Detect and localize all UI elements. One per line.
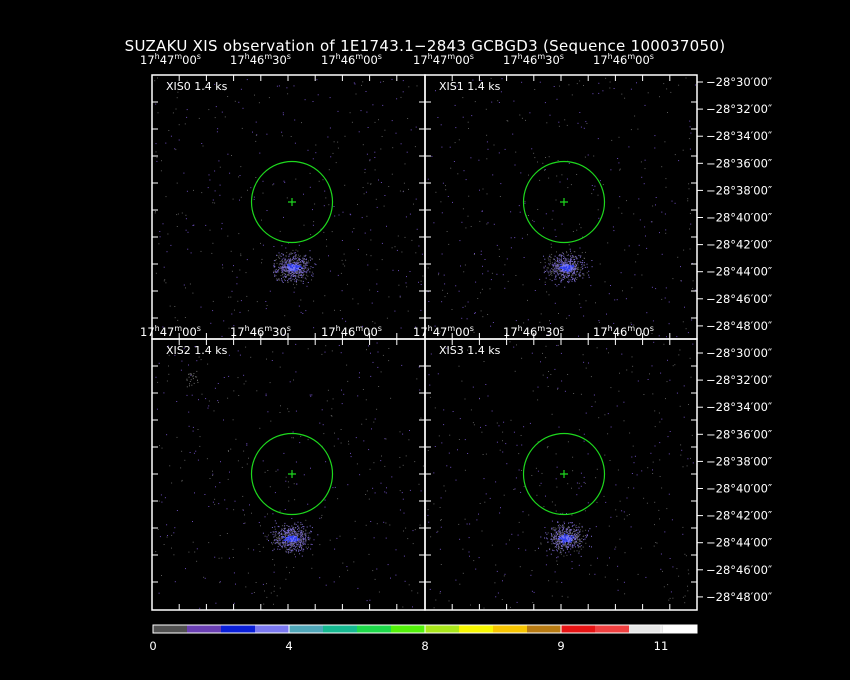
panel-frame	[151, 74, 426, 340]
background-noise	[155, 342, 424, 609]
colorbar-segment	[391, 625, 426, 633]
dec-tick-label: −28°34′00″	[706, 129, 773, 143]
dec-tick-label: −28°44′00″	[706, 536, 773, 550]
target-cross	[560, 198, 568, 206]
dec-tick-label: −28°46′00″	[706, 563, 773, 577]
source-cluster	[540, 248, 593, 288]
ra-tick-label: 17h46m00s	[593, 52, 654, 67]
panel-3: XIS3 1.4 ks	[424, 338, 698, 611]
colorbar-segment	[493, 625, 528, 633]
panel-1: XIS1 1.4 ks	[424, 74, 698, 340]
target-cross	[288, 198, 296, 206]
background-noise	[427, 77, 696, 338]
colorbar-segment	[663, 625, 698, 633]
colorbar-segment	[289, 625, 324, 633]
colorbar-label: 11	[654, 639, 669, 653]
ra-tick-label: 17h46m00s	[321, 52, 382, 67]
colorbar-segment	[323, 625, 358, 633]
dec-tick-label: −28°32′00″	[706, 373, 773, 387]
dec-tick-label: −28°40′00″	[706, 482, 773, 496]
source-cluster	[273, 249, 317, 289]
ra-tick-label: 17h47m00s	[413, 324, 474, 339]
colorbar-segment	[221, 625, 256, 633]
colorbar-segment	[357, 625, 392, 633]
ra-tick-label: 17h46m30s	[503, 324, 564, 339]
panel-label: XIS2 1.4 ks	[166, 344, 228, 357]
source-cluster	[538, 521, 592, 558]
colorbar-segment	[527, 625, 562, 633]
colorbar-segment	[629, 625, 664, 633]
colorbar-label: 9	[557, 639, 564, 653]
panel-0: XIS0 1.4 ks	[151, 74, 426, 340]
ra-tick-label: 17h46m30s	[230, 324, 291, 339]
colorbar: 0 4 8 9 11	[149, 624, 698, 653]
colorbar-segment	[459, 625, 494, 633]
dec-tick-label: −28°38′00″	[706, 454, 773, 468]
ra-tick-label: 17h46m30s	[230, 52, 291, 67]
ra-tick-label: 17h46m00s	[321, 324, 382, 339]
panel-label: XIS1 1.4 ks	[439, 80, 501, 93]
colorbar-label: 0	[149, 639, 156, 653]
dec-tick-label: −28°44′00″	[706, 265, 773, 279]
dec-tick-label: −28°48′00″	[706, 319, 773, 333]
dec-tick-label: −28°30′00″	[706, 346, 773, 360]
dec-tick-label: −28°42′00″	[706, 509, 773, 523]
dec-tick-label: −28°30′00″	[706, 75, 773, 89]
target-cross	[560, 470, 568, 478]
panel-label: XIS3 1.4 ks	[439, 344, 501, 357]
colorbar-segment	[255, 625, 290, 633]
colorbar-label: 8	[421, 639, 428, 653]
panel-label: XIS0 1.4 ks	[166, 80, 228, 93]
dec-tick-label: −28°48′00″	[706, 590, 773, 604]
ra-tick-label: 17h47m00s	[140, 52, 201, 67]
image-mosaic: XIS0 1.4 ks XIS1 1.4 ks XIS2 1.4 ks XIS3 1.…	[140, 52, 773, 653]
target-cross	[288, 470, 296, 478]
dec-tick-label: −28°42′00″	[706, 238, 773, 252]
ra-tick-label: 17h46m30s	[503, 52, 564, 67]
colorbar-segment	[561, 625, 596, 633]
dec-tick-label: −28°46′00″	[706, 292, 773, 306]
background-noise	[154, 77, 424, 337]
dec-tick-label: −28°40′00″	[706, 211, 773, 225]
colorbar-segment	[425, 625, 460, 633]
ra-tick-label: 17h47m00s	[413, 52, 474, 67]
dec-tick-label: −28°36′00″	[706, 427, 773, 441]
dec-tick-label: −28°34′00″	[706, 400, 773, 414]
ra-tick-label: 17h47m00s	[140, 324, 201, 339]
colorbar-segment	[153, 625, 188, 633]
dec-tick-label: −28°38′00″	[706, 183, 773, 197]
colorbar-segment	[187, 625, 222, 633]
background-noise	[427, 341, 694, 609]
colorbar-label: 4	[285, 639, 292, 653]
panel-2: XIS2 1.4 ks	[151, 338, 426, 611]
dec-tick-label: −28°32′00″	[706, 102, 773, 116]
panel-frame	[424, 74, 698, 340]
ra-tick-label: 17h46m00s	[593, 324, 654, 339]
colorbar-segment	[595, 625, 630, 633]
dec-tick-label: −28°36′00″	[706, 156, 773, 170]
panel-ticks	[152, 75, 425, 339]
panel-ticks	[425, 75, 697, 339]
